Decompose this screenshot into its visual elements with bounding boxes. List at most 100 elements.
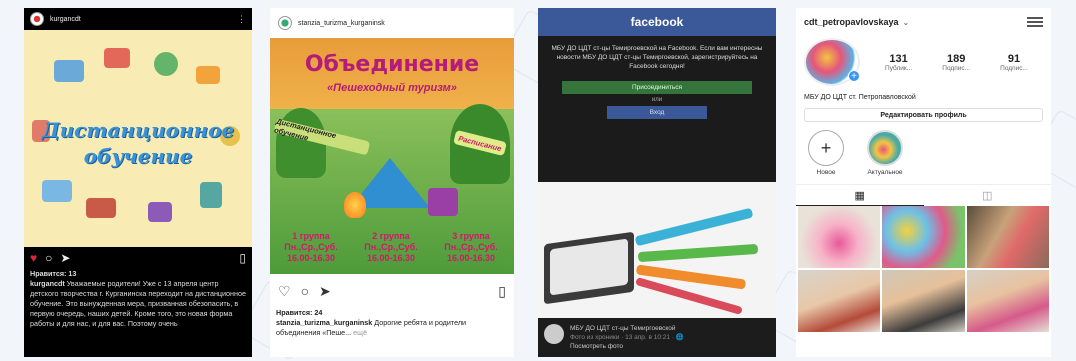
highlight-new[interactable]: + Новое bbox=[806, 130, 846, 184]
share-icon[interactable]: ➤ bbox=[60, 251, 70, 265]
post-username[interactable]: kurgancdt bbox=[50, 16, 81, 23]
view-photo-link[interactable]: Посмотреть фото bbox=[570, 342, 684, 351]
post-image: Объединение «Пешеходный туризм» Дистанци… bbox=[270, 38, 514, 274]
decor-globe bbox=[154, 52, 178, 76]
instagram-post-turizm: stanzia_turizma_kurganinsk Объединение «… bbox=[270, 8, 514, 357]
signup-text: МБУ ДО ЦДТ ст-цы Темиргоевской на Facebo… bbox=[551, 45, 763, 70]
decor-books bbox=[86, 198, 116, 218]
decor-arrow bbox=[634, 207, 754, 247]
schedule-line: 2 группа bbox=[372, 231, 410, 241]
facebook-signup-card: МБУ ДО ЦДТ ст-цы Темиргоевской на Facebo… bbox=[538, 36, 776, 182]
grid-post[interactable] bbox=[882, 206, 965, 268]
tab-grid[interactable]: ▦ bbox=[796, 185, 924, 206]
login-button[interactable]: Вход bbox=[607, 106, 707, 119]
page-name[interactable]: МБУ ДО ЦДТ ст-цы Темиргоевской bbox=[570, 324, 684, 333]
likes-count: Нравится: 13 bbox=[30, 269, 77, 278]
tagged-icon: ◫ bbox=[982, 190, 993, 202]
post-image bbox=[538, 182, 776, 318]
share-icon[interactable]: ➤ bbox=[319, 283, 331, 300]
menu-icon[interactable] bbox=[1027, 15, 1043, 30]
stat-number: 91 bbox=[1007, 52, 1021, 65]
bookmark-icon[interactable]: ▯ bbox=[498, 283, 506, 300]
post-meta: МБУ ДО ЦДТ ст-цы Темиргоевской Фото из х… bbox=[570, 324, 684, 351]
stat-label: Публик... bbox=[885, 64, 913, 72]
profile-summary: + 131 Публик... 189 Подпис... 91 Подпис.… bbox=[796, 36, 1051, 88]
schedule-line: Пн.,Ср.,Суб. bbox=[364, 242, 418, 252]
grid-icon: ▦ bbox=[854, 189, 865, 202]
stat-number: 189 bbox=[946, 52, 966, 65]
like-heart-icon[interactable]: ♡ bbox=[278, 283, 291, 300]
decor-laptop bbox=[54, 60, 84, 82]
art-title: Объединение bbox=[304, 52, 480, 77]
bookmark-icon[interactable]: ▯ bbox=[239, 251, 246, 265]
decor-backpack bbox=[428, 188, 458, 216]
post-header: kurgancdt ⋮ bbox=[24, 8, 252, 30]
post-timestamp: Фото из хроники · 13 апр. в 10:21 · 🌐 bbox=[570, 334, 684, 341]
stat-followers[interactable]: 189 Подпис... bbox=[942, 53, 970, 72]
edit-profile-button[interactable]: Редактировать профиль bbox=[804, 108, 1043, 122]
caption-username[interactable]: kurgancdt bbox=[30, 279, 65, 288]
post-header: stanzia_turizma_kurganinsk bbox=[270, 8, 514, 38]
like-heart-icon[interactable]: ♥ bbox=[30, 251, 37, 265]
profile-username[interactable]: cdt_petropavlovskaya bbox=[804, 17, 899, 27]
or-separator: или bbox=[651, 97, 663, 103]
schedule-line: 3 группа bbox=[452, 231, 490, 241]
profile-stats: 131 Публик... 189 Подпис... 91 Подпис... bbox=[870, 53, 1043, 72]
more-link[interactable]: ещё bbox=[353, 328, 367, 337]
decor-phone bbox=[200, 182, 222, 208]
decor-campfire bbox=[344, 192, 366, 218]
join-button[interactable]: Присоединиться bbox=[562, 81, 752, 94]
post-username[interactable]: stanzia_turizma_kurganinsk bbox=[298, 20, 385, 27]
plus-icon: + bbox=[808, 130, 844, 166]
tab-tagged[interactable]: ◫ bbox=[924, 185, 1052, 206]
stat-label: Подпис... bbox=[1000, 64, 1028, 72]
posts-grid bbox=[796, 206, 1051, 332]
stat-posts[interactable]: 131 Публик... bbox=[885, 53, 912, 72]
post-caption: stanzia_turizma_kurganinsk Дорогие ребят… bbox=[270, 318, 514, 338]
post-caption: kurgancdt Уважаемые родители! Уже с 13 а… bbox=[24, 279, 252, 329]
instagram-post-kurgancdt: kurgancdt ⋮ Дистанционное обучение ♥ ○ ➤… bbox=[24, 8, 252, 357]
post-image: Дистанционное обучение bbox=[24, 30, 252, 247]
decor-pencils bbox=[196, 66, 220, 84]
facebook-page: facebook МБУ ДО ЦДТ ст-цы Темиргоевской … bbox=[538, 8, 776, 357]
facebook-logo[interactable]: facebook bbox=[631, 15, 684, 29]
post-actions: ♥ ○ ➤ ▯ bbox=[24, 247, 252, 269]
more-options-icon[interactable]: ⋮ bbox=[237, 14, 246, 25]
art-subtitle: «Пешеходный туризм» bbox=[327, 82, 457, 94]
grid-post[interactable] bbox=[882, 270, 965, 332]
schedule-line: 16.00-16.30 bbox=[446, 253, 496, 263]
profile-tabs: ▦ ◫ bbox=[796, 184, 1051, 206]
decor-arrow bbox=[637, 243, 759, 263]
art-title-line2: обучение bbox=[83, 144, 193, 168]
schedule-line: Пн.,Ср.,Суб. bbox=[444, 242, 498, 252]
schedule-group-3: 3 группа Пн.,Ср.,Суб. 16.00-16.30 bbox=[432, 231, 510, 264]
profile-avatar[interactable]: + bbox=[804, 38, 860, 86]
schedule-group-1: 1 группа Пн.,Ср.,Суб. 16.00-16.30 bbox=[272, 231, 350, 264]
likes-count: Нравится: 24 bbox=[276, 308, 323, 317]
avatar[interactable] bbox=[278, 16, 292, 30]
caption-username[interactable]: stanzia_turizma_kurganinsk bbox=[276, 318, 372, 327]
art-title-line1: Дистанционное bbox=[41, 118, 235, 142]
decor-calc bbox=[148, 202, 172, 222]
decor-book bbox=[104, 48, 130, 68]
avatar[interactable] bbox=[30, 12, 44, 26]
grid-post[interactable] bbox=[966, 206, 1049, 268]
chevron-down-icon[interactable]: ⌄ bbox=[903, 18, 910, 27]
grid-post[interactable] bbox=[798, 270, 881, 332]
comment-icon[interactable]: ○ bbox=[301, 283, 309, 299]
schedule-line: Пн.,Ср.,Суб. bbox=[284, 242, 338, 252]
highlight-label: Новое bbox=[816, 169, 836, 176]
highlight-label: Актуальное bbox=[867, 169, 903, 176]
stat-following[interactable]: 91 Подпис... bbox=[1000, 53, 1028, 72]
stat-label: Подпис... bbox=[942, 64, 971, 72]
add-story-icon[interactable]: + bbox=[848, 70, 860, 82]
grid-post[interactable] bbox=[966, 270, 1049, 332]
highlight-actual[interactable]: Актуальное bbox=[858, 130, 912, 184]
comment-icon[interactable]: ○ bbox=[45, 251, 52, 265]
avatar[interactable] bbox=[544, 324, 564, 344]
post-footer: МБУ ДО ЦДТ ст-цы Темиргоевской Фото из х… bbox=[538, 318, 776, 357]
grid-post[interactable] bbox=[798, 206, 881, 268]
post-actions: ♡ ○ ➤ ▯ bbox=[270, 274, 514, 308]
stat-number: 131 bbox=[889, 52, 908, 65]
schedule-group-2: 2 группа Пн.,Ср.,Суб. 16.00-16.30 bbox=[352, 231, 430, 264]
